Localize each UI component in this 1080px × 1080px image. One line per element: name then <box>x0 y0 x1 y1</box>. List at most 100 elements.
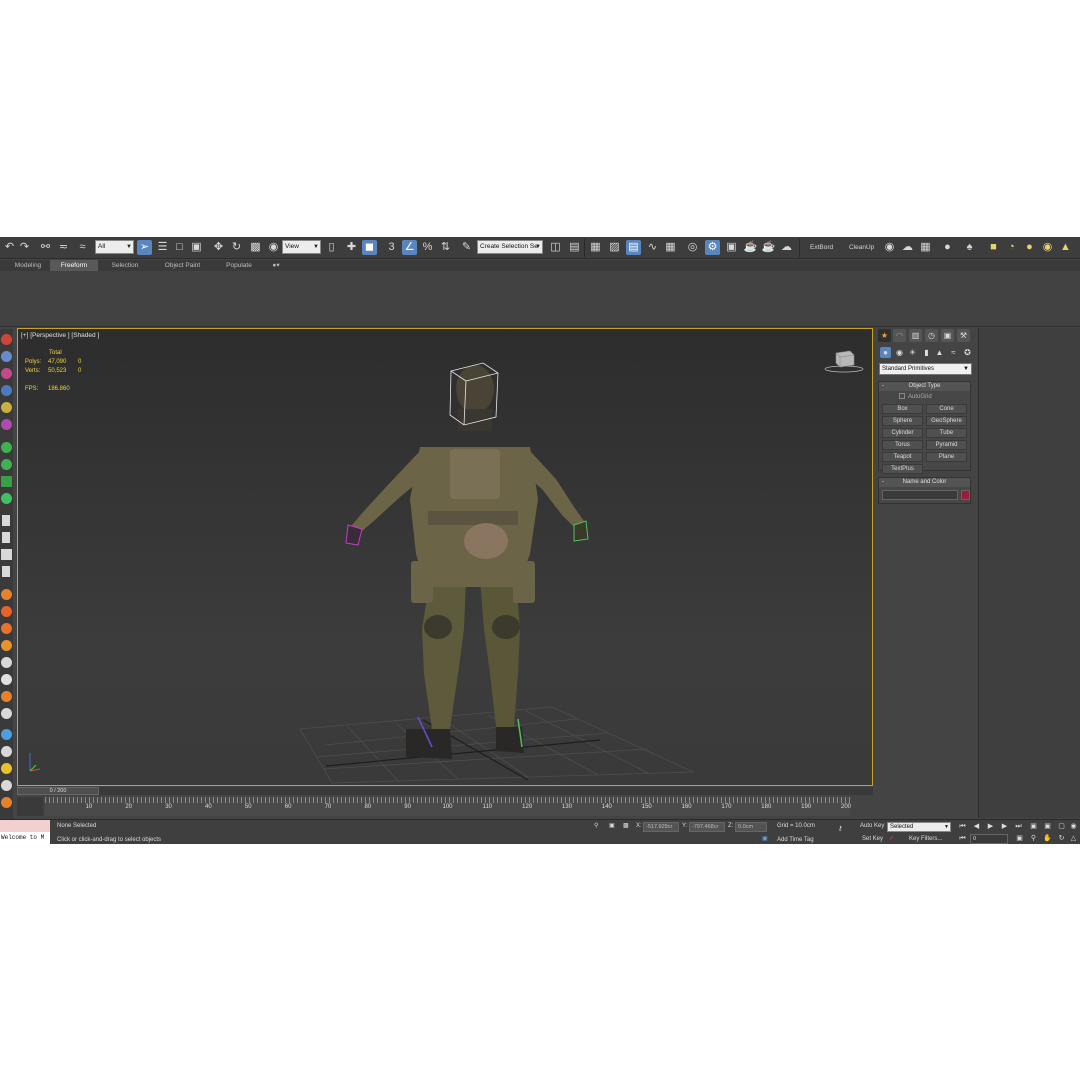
bind-space-warp-icon[interactable]: ≈ <box>75 240 90 255</box>
cleanup-button[interactable]: CleanUp <box>849 241 874 255</box>
tab-object-paint[interactable]: Object Paint <box>155 260 210 271</box>
eye-icon[interactable]: ◉ <box>882 240 897 255</box>
plane-button[interactable]: Plane <box>926 452 967 462</box>
particles-icon[interactable] <box>1 493 12 504</box>
cloud-icon[interactable]: ☁ <box>900 240 915 255</box>
fire-icon-2[interactable] <box>1 606 12 617</box>
textplus-button[interactable]: TextPlus <box>882 464 923 474</box>
play-icon[interactable] <box>2 515 10 526</box>
ribbon-options-icon[interactable]: ●▾ <box>266 260 286 271</box>
redo-icon[interactable]: ↷ <box>17 240 32 255</box>
spacewarps-category-icon[interactable]: ≈ <box>948 347 959 358</box>
teapot-render-icon[interactable]: ☕ <box>761 240 776 255</box>
track-bar[interactable]: 10 20 30 40 50 60 70 80 90 100 110 120 130 140 150 160 1… <box>45 797 851 816</box>
name-and-color-header[interactable]: - Name and Color <box>879 478 970 487</box>
tab-freeform[interactable]: Freeform <box>50 260 98 271</box>
previous-frame-icon[interactable]: ◀ <box>971 822 982 832</box>
geosphere-button[interactable]: GeoSphere <box>926 416 967 426</box>
pivot-icon[interactable]: ▯ <box>324 240 339 255</box>
undo-icon[interactable]: ↶ <box>2 240 17 255</box>
layer-icon[interactable]: ▦ <box>588 240 603 255</box>
zoom-icon[interactable]: ⚲ <box>1028 834 1039 844</box>
space-warps-icon[interactable] <box>1 419 12 430</box>
stop-icon[interactable] <box>1 549 12 560</box>
set-key-button[interactable]: Set Key <box>862 836 883 842</box>
unlink-icon[interactable]: ≂ <box>56 240 71 255</box>
cone-button[interactable]: Cone <box>926 404 967 414</box>
maxscript-listener[interactable]: Welcome to M <box>0 820 50 844</box>
grid-icon[interactable] <box>1 476 12 487</box>
y-coordinate-field[interactable]: -797.468cr <box>689 822 725 832</box>
play-animation-icon[interactable]: ▶ <box>985 822 996 832</box>
mirror-icon[interactable]: ◫ <box>548 240 563 255</box>
track-bar-options[interactable] <box>17 797 43 816</box>
pause-icon[interactable] <box>2 532 10 543</box>
edit-named-selection-icon[interactable]: ✎ <box>459 240 474 255</box>
snap-3d-icon[interactable]: 3 <box>384 240 399 255</box>
key-mode-toggle-icon[interactable]: ⏮ <box>957 834 968 844</box>
lights-category-icon[interactable]: ☀ <box>907 347 918 358</box>
reference-coord-dropdown[interactable]: View ▼ <box>282 240 321 254</box>
angle-snap-icon[interactable]: ∠ <box>402 240 417 255</box>
cameras-category-icon[interactable]: ▮ <box>921 347 932 358</box>
current-frame-field[interactable]: 0 <box>970 834 1008 844</box>
create-tab[interactable]: ★ <box>878 329 891 342</box>
helpers-icon[interactable] <box>1 402 12 413</box>
named-selection-dropdown[interactable]: Create Selection Se ▼ <box>477 240 543 254</box>
chart-icon[interactable]: ▦ <box>918 240 933 255</box>
display-tab[interactable]: ▣ <box>941 329 954 342</box>
lights-icon[interactable] <box>1 368 12 379</box>
dish-icon[interactable] <box>1 780 12 791</box>
spinner-snap-icon[interactable]: ⇅ <box>438 240 453 255</box>
trash-icon[interactable] <box>2 566 10 577</box>
arc-rotate-icon[interactable]: ↻ <box>1056 834 1067 844</box>
curve-editor-icon[interactable]: ∿ <box>645 240 660 255</box>
manipulate-icon[interactable]: ✚ <box>344 240 359 255</box>
orbit-icon[interactable]: ◉ <box>1068 822 1079 832</box>
key-mode-dropdown[interactable]: Selected ▼ <box>887 822 951 832</box>
viewcube-icon[interactable] <box>824 347 864 373</box>
dome-shape-icon[interactable]: ◔ <box>1004 240 1019 255</box>
window-crossing-icon[interactable]: ▣ <box>189 240 204 255</box>
lock-selection-icon[interactable]: ▣ <box>609 822 615 829</box>
cameras-icon[interactable] <box>1 385 12 396</box>
maxscript-input[interactable] <box>0 820 50 832</box>
box-button[interactable]: Box <box>882 404 923 414</box>
box-shape-icon[interactable]: ■ <box>986 240 1001 255</box>
select-place-icon[interactable]: ◉ <box>266 240 281 255</box>
figure-icon[interactable]: ♠ <box>962 240 977 255</box>
cup-icon[interactable] <box>1 763 12 774</box>
isolate-selection-icon[interactable]: ⚲ <box>594 822 598 829</box>
keyboard-shortcut-override-icon[interactable]: ◼ <box>362 240 377 255</box>
cone-shape-icon[interactable]: ▲ <box>1058 240 1073 255</box>
render-icon[interactable]: ☕ <box>743 240 758 255</box>
key-icon[interactable]: ⚷ <box>838 825 842 832</box>
percent-snap-icon[interactable]: % <box>420 240 435 255</box>
zoom-all-icon[interactable]: ▣ <box>1042 822 1053 832</box>
teapot-button[interactable]: Teapot <box>882 452 923 462</box>
light-bulb-icon[interactable]: ● <box>940 240 955 255</box>
perspective-viewport[interactable]: [+] [Perspective ] [Shaded ] Total Polys… <box>17 328 873 786</box>
absolute-mode-icon[interactable]: ▩ <box>623 822 629 829</box>
bucket-icon[interactable] <box>1 746 12 757</box>
time-slider-thumb[interactable]: 0 / 200 <box>17 787 99 795</box>
viewport-label[interactable]: [+] [Perspective ] [Shaded ] <box>21 332 99 339</box>
maximize-viewport-icon[interactable]: ▢ <box>1056 822 1067 832</box>
cloud-tool-icon[interactable] <box>1 657 12 668</box>
geometry-category-icon[interactable]: ● <box>880 347 891 358</box>
schematic-view-icon[interactable]: ▦ <box>663 240 678 255</box>
pyramid-button[interactable]: Pyramid <box>926 440 967 450</box>
utilities-tab[interactable]: ⚒ <box>957 329 970 342</box>
motion-tab[interactable]: ◷ <box>925 329 938 342</box>
render-setup-icon[interactable]: ⚙ <box>705 240 720 255</box>
tab-populate[interactable]: Populate <box>218 260 260 271</box>
render-frame-icon[interactable]: ▣ <box>724 240 739 255</box>
extbord-button[interactable]: ExtBord <box>810 241 833 255</box>
object-color-swatch[interactable] <box>961 490 970 500</box>
add-time-tag-button[interactable]: Add Time Tag <box>777 837 814 843</box>
scale-icon[interactable]: ▩ <box>248 240 263 255</box>
select-object-icon[interactable]: ➢ <box>137 240 152 255</box>
geometry-icon[interactable] <box>1 334 12 345</box>
soldier-model[interactable] <box>345 362 589 759</box>
link-icon[interactable]: ⚯ <box>38 240 53 255</box>
